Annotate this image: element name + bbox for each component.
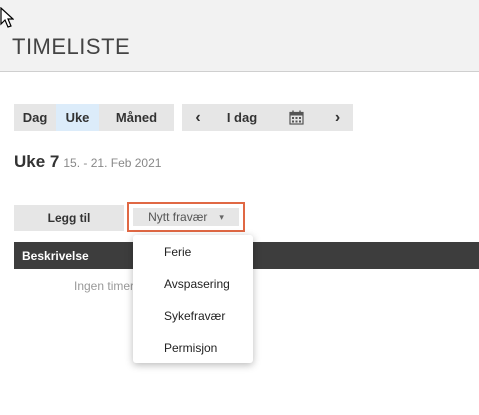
prev-button[interactable]: ‹	[182, 104, 214, 131]
week-date-range: 15. - 21. Feb 2021	[63, 156, 162, 170]
menu-item-ferie[interactable]: Ferie	[164, 245, 191, 259]
mouse-cursor-icon	[0, 7, 14, 28]
add-entry-button[interactable]: Legg til	[14, 205, 124, 231]
empty-table-message: Ingen timer	[74, 279, 135, 293]
column-header-description: Beskrivelse	[22, 248, 89, 263]
tab-week[interactable]: Uke	[56, 104, 99, 131]
tab-month[interactable]: Måned	[99, 104, 174, 131]
next-button[interactable]: ›	[322, 104, 353, 131]
new-absence-button[interactable]: Nytt fravær ▾	[133, 208, 239, 226]
new-absence-label: Nytt fravær	[148, 210, 208, 224]
absence-button-highlight: Nytt fravær ▾	[127, 202, 245, 232]
menu-item-avspasering[interactable]: Avspasering	[164, 277, 230, 291]
chevron-down-icon: ▾	[219, 211, 224, 222]
menu-item-sykefravaer[interactable]: Sykefravær	[164, 309, 225, 323]
view-selector: Dag Uke Måned	[14, 104, 174, 131]
today-button[interactable]: I dag	[214, 104, 270, 131]
page-title: TIMELISTE	[12, 34, 131, 59]
week-heading: Uke 7 15. - 21. Feb 2021	[14, 152, 161, 172]
absence-dropdown-menu: Ferie Avspasering Sykefravær Permisjon	[133, 235, 253, 363]
tab-day[interactable]: Dag	[14, 104, 56, 131]
calendar-icon	[288, 110, 304, 125]
date-navigation: ‹ I dag ›	[182, 104, 353, 131]
app-header: TIMELISTE	[0, 0, 479, 72]
menu-item-permisjon[interactable]: Permisjon	[164, 341, 217, 355]
week-number: Uke 7	[14, 152, 60, 171]
calendar-button[interactable]	[270, 104, 322, 131]
